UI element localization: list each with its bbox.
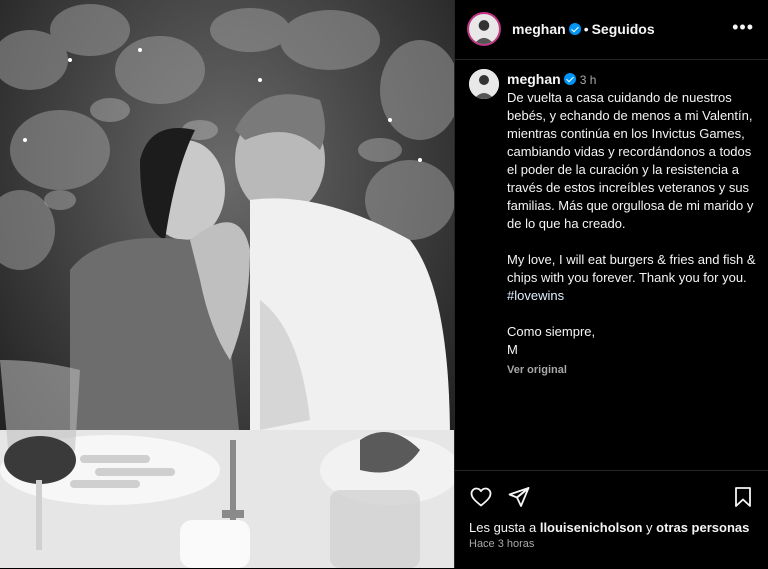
likes-connector: y bbox=[642, 520, 657, 535]
heart-icon[interactable] bbox=[469, 485, 493, 509]
caption-verified-badge-icon bbox=[563, 73, 576, 85]
hashtag-link[interactable]: #lovewins bbox=[507, 287, 757, 305]
avatar-image bbox=[469, 14, 499, 44]
post-modal: meghan • Seguidos ••• meghan 3 h De vuelta … bbox=[0, 0, 768, 568]
caption-timestamp[interactable]: 3 h bbox=[580, 73, 597, 87]
avatar[interactable] bbox=[467, 12, 501, 46]
bookmark-icon[interactable] bbox=[731, 485, 755, 509]
post-time-ago[interactable]: Hace 3 horas bbox=[469, 538, 534, 550]
caption-avatar[interactable] bbox=[469, 69, 499, 99]
caption-signoff-1: Como siempre, bbox=[507, 324, 596, 339]
caption-username-link[interactable]: meghan bbox=[507, 71, 561, 87]
caption-paragraph-2: My love, I will eat burgers & fries and … bbox=[507, 252, 756, 285]
caption-header: meghan 3 h bbox=[507, 70, 757, 89]
post-photo[interactable] bbox=[0, 0, 454, 568]
caption-spacer-2 bbox=[507, 305, 757, 323]
username-link[interactable]: meghan bbox=[512, 21, 566, 37]
header-user: meghan • Seguidos bbox=[512, 21, 655, 37]
caption-avatar-image bbox=[469, 69, 499, 99]
more-options-icon[interactable]: ••• bbox=[732, 18, 754, 36]
likes-prefix: Les gusta a bbox=[469, 520, 540, 535]
caption-paragraph-1: De vuelta a casa cuidando de nuestros be… bbox=[507, 90, 754, 231]
see-original-link[interactable]: Ver original bbox=[507, 361, 757, 379]
post-side-panel: meghan • Seguidos ••• meghan 3 h De vuelta … bbox=[454, 0, 768, 568]
action-bar: Les gusta a llouisenicholson y otras per… bbox=[455, 470, 768, 569]
share-icon[interactable] bbox=[507, 485, 531, 509]
post-caption: meghan 3 h De vuelta a casa cuidando de n… bbox=[507, 70, 757, 379]
follow-status-button[interactable]: Seguidos bbox=[592, 21, 655, 37]
separator-dot: • bbox=[583, 21, 589, 37]
photo-scene bbox=[0, 0, 454, 568]
other-likers-link[interactable]: otras personas bbox=[656, 520, 749, 535]
post-header: meghan • Seguidos ••• bbox=[455, 0, 768, 60]
likes-summary: Les gusta a llouisenicholson y otras per… bbox=[469, 520, 749, 535]
caption-signoff-2: M bbox=[507, 342, 518, 357]
verified-badge-icon bbox=[568, 23, 581, 35]
liker-username-link[interactable]: llouisenicholson bbox=[540, 520, 643, 535]
